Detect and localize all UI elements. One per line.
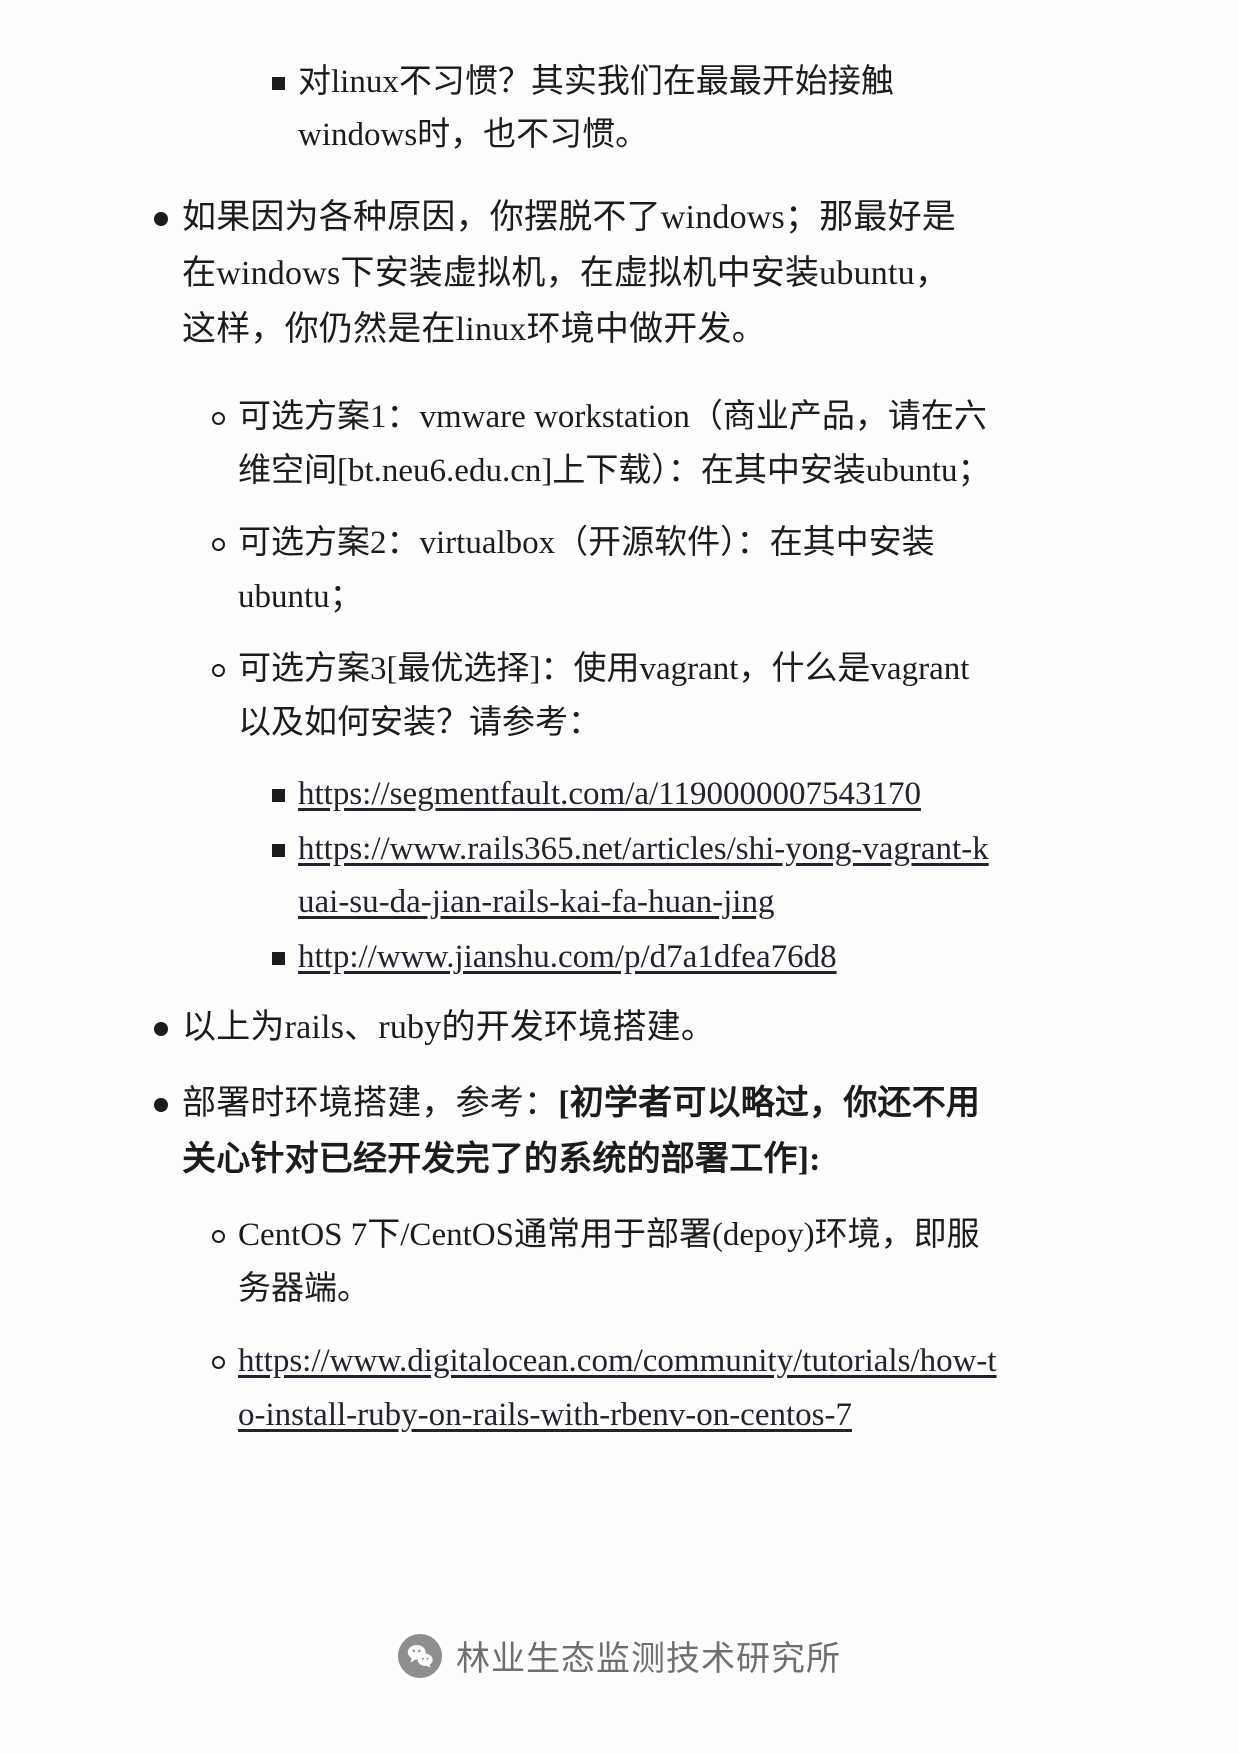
list-item: 部署时环境搭建，参考：[初学者可以略过，你还不用关心针对已经开发完了的系统的部署… xyxy=(0,1076,1239,1188)
document-page: 对linux不习惯？其实我们在最最开始接触windows时，也不习惯。 如果因为… xyxy=(0,0,1239,1754)
list-item-text: 可选方案2：virtualbox（开源软件）：在其中安装ubuntu； xyxy=(238,525,935,615)
list-item: 如果因为各种原因，你摆脱不了windows；那最好是在windows下安装虚拟机… xyxy=(0,190,1239,358)
circle-bullet-icon xyxy=(198,390,238,425)
square-bullet-icon xyxy=(258,823,298,857)
list-item: http://www.jianshu.com/p/d7a1dfea76d8 xyxy=(0,931,1239,984)
disc-bullet-icon xyxy=(140,190,182,226)
list-item: https://www.rails365.net/articles/shi-yo… xyxy=(0,823,1239,929)
disc-bullet-icon xyxy=(140,1076,182,1112)
external-link[interactable]: https://www.rails365.net/articles/shi-yo… xyxy=(298,831,989,920)
list-item-text: 可选方案3[最优选择]：使用vagrant，什么是vagrant以及如何安装？请… xyxy=(238,651,970,741)
square-bullet-icon xyxy=(258,768,298,802)
footer-watermark: 林业生态监测技术研究所 xyxy=(0,1631,1239,1680)
wechat-icon xyxy=(398,1633,442,1678)
list-item: https://www.digitalocean.com/community/t… xyxy=(0,1334,1239,1442)
link-digitalocean: https://www.digitalocean.com/community/t… xyxy=(238,1334,998,1442)
link-jianshu: http://www.jianshu.com/p/d7a1dfea76d8 xyxy=(298,931,998,984)
circle-bullet-icon xyxy=(198,642,238,677)
document-body: 对linux不习惯？其实我们在最最开始接触windows时，也不习惯。 如果因为… xyxy=(0,56,1239,1446)
list-item-text: CentOS 7下/CentOS通常用于部署(depoy)环境，即服务器端。 xyxy=(238,1217,980,1307)
square-bullet-icon xyxy=(258,56,298,90)
list-item-text: 以上为rails、ruby的开发环境搭建。 xyxy=(182,1009,716,1046)
list-item-text-mixed: 部署时环境搭建，参考：[初学者可以略过，你还不用关心针对已经开发完了的系统的部署… xyxy=(182,1076,982,1188)
external-link[interactable]: http://www.jianshu.com/p/d7a1dfea76d8 xyxy=(298,939,837,975)
square-bullet-icon xyxy=(258,931,298,965)
circle-bullet-icon xyxy=(198,1208,238,1243)
disc-bullet-icon xyxy=(140,1000,182,1036)
list-item-text: 可选方案1：vmware workstation（商业产品，请在六维空间[bt.… xyxy=(238,399,991,489)
list-item: 可选方案1：vmware workstation（商业产品，请在六维空间[bt.… xyxy=(0,390,1239,498)
link-rails365: https://www.rails365.net/articles/shi-yo… xyxy=(298,823,998,929)
list-item-text: 如果因为各种原因，你摆脱不了windows；那最好是在windows下安装虚拟机… xyxy=(182,199,956,348)
circle-bullet-icon xyxy=(198,516,238,551)
footer-label: 林业生态监测技术研究所 xyxy=(456,1641,841,1678)
list-item: CentOS 7下/CentOS通常用于部署(depoy)环境，即服务器端。 xyxy=(0,1208,1239,1316)
list-item: 以上为rails、ruby的开发环境搭建。 xyxy=(0,1000,1239,1056)
list-item: 对linux不习惯？其实我们在最最开始接触windows时，也不习惯。 xyxy=(0,56,1239,162)
circle-bullet-icon xyxy=(198,1334,238,1369)
list-item: https://segmentfault.com/a/1190000007543… xyxy=(0,768,1239,821)
external-link[interactable]: https://www.digitalocean.com/community/t… xyxy=(238,1343,997,1433)
list-item: 可选方案3[最优选择]：使用vagrant，什么是vagrant以及如何安装？请… xyxy=(0,642,1239,750)
list-item-text: 对linux不习惯？其实我们在最最开始接触windows时，也不习惯。 xyxy=(298,64,894,153)
list-item: 可选方案2：virtualbox（开源软件）：在其中安装ubuntu； xyxy=(0,516,1239,624)
external-link[interactable]: https://segmentfault.com/a/1190000007543… xyxy=(298,776,921,812)
link-segmentfault: https://segmentfault.com/a/1190000007543… xyxy=(298,768,998,821)
deploy-label: 部署时环境搭建，参考： xyxy=(182,1085,559,1122)
